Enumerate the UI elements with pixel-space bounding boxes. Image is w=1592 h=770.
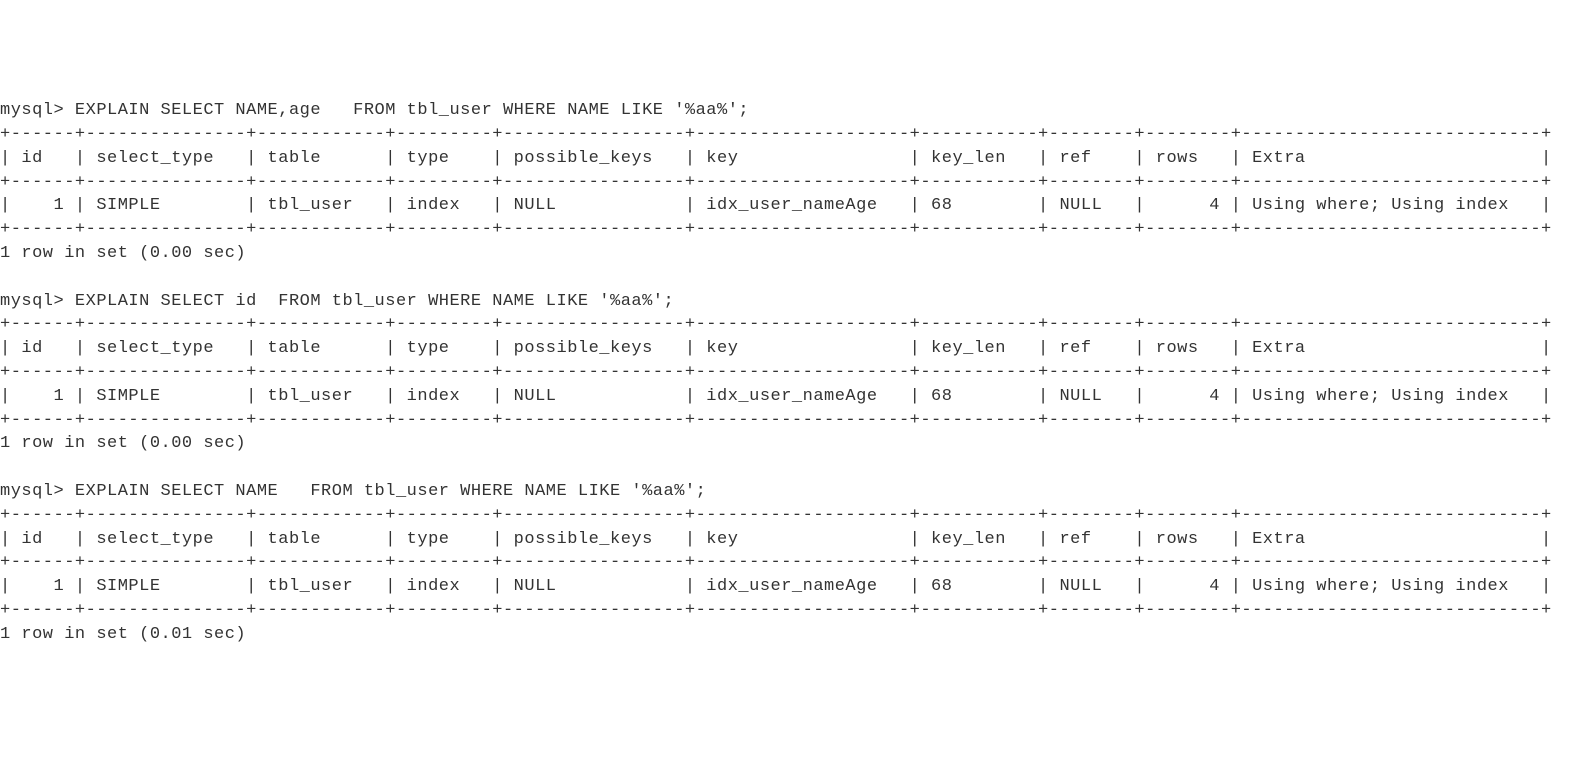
- block-spacer: [0, 456, 1592, 480]
- mysql-terminal-output: mysql> EXPLAIN SELECT NAME,age FROM tbl_…: [0, 99, 1592, 646]
- query-block: mysql> EXPLAIN SELECT NAME FROM tbl_user…: [0, 480, 1592, 647]
- block-spacer: [0, 266, 1592, 290]
- query-block: mysql> EXPLAIN SELECT id FROM tbl_user W…: [0, 290, 1592, 457]
- query-block: mysql> EXPLAIN SELECT NAME,age FROM tbl_…: [0, 99, 1592, 266]
